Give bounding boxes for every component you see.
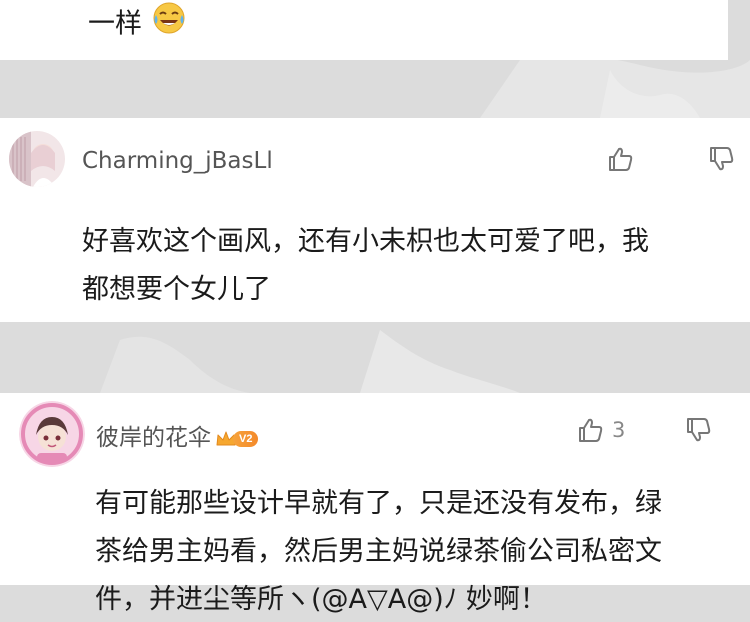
comment-text: 一样 [88,0,187,50]
username-text: 彼岸的花伞 [96,425,211,451]
thumbs-up-icon [609,147,633,171]
comment-text: 有可能那些设计早就有了，只是还没有发布，绿 [95,488,662,519]
comment-text: 好喜欢这个画风，还有小未枳也太可爱了吧，我 [82,226,649,257]
comment-card: 彼岸的花伞 V2 3 有可能那些设计早就有了，只是还没有发布，绿 茶给男主妈看，然… [0,393,750,615]
badge-level: V2 [233,430,259,447]
comment-card-top: 一样 [0,0,728,60]
dislike-button[interactable] [684,416,712,444]
avatar[interactable] [19,401,85,467]
comment-text: 茶给男主妈看，然后男主妈说绿茶偷公司私密文 [95,536,662,567]
vip-badge: V2 [215,430,259,448]
username[interactable]: Charming_jBasLl [82,148,273,174]
thumbs-down-icon [687,418,711,442]
like-count: 3 [612,418,626,442]
like-button[interactable]: 3 [576,416,625,444]
thumbs-up-icon [579,418,603,442]
comment-card: Charming_jBasLl 好喜欢这个画风，还有小未枳也太可爱了吧，我 都想… [0,118,750,322]
like-button[interactable] [606,145,634,173]
comment-text: 都想要个女儿了 [82,274,271,305]
avatar[interactable] [9,131,65,187]
thumbs-down-icon [710,147,734,171]
username[interactable]: 彼岸的花伞 V2 [96,418,259,452]
tears-of-joy-emoji [151,0,187,50]
dislike-button[interactable] [707,145,735,173]
